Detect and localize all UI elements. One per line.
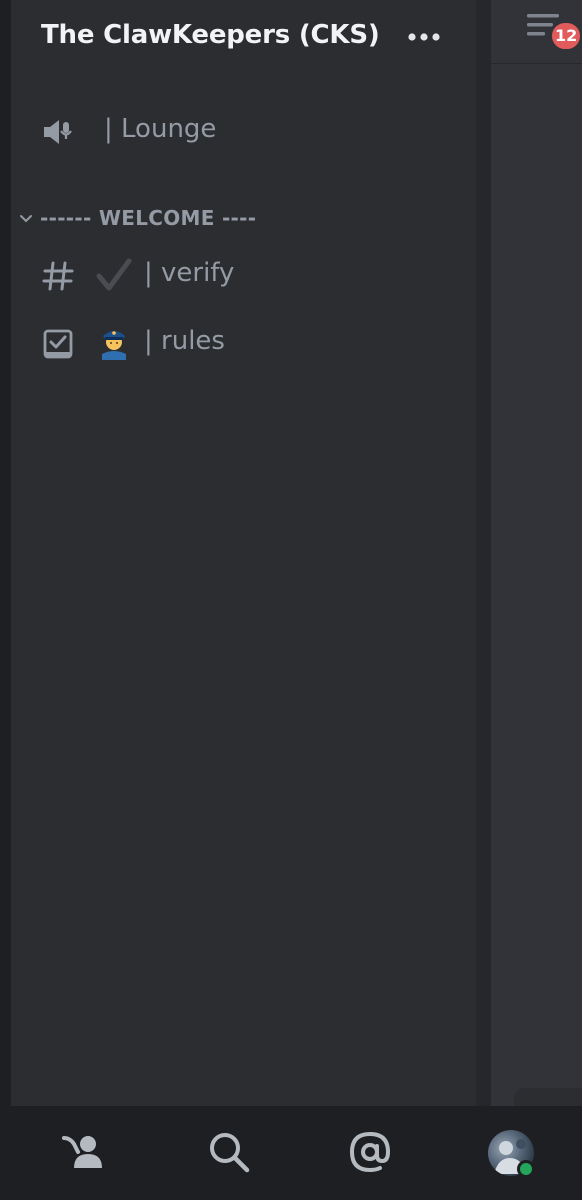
chevron-down-icon bbox=[20, 215, 32, 223]
channel-verify[interactable]: | verify bbox=[40, 250, 460, 298]
mentions-icon[interactable] bbox=[346, 1128, 394, 1176]
more-options-icon[interactable] bbox=[405, 22, 445, 52]
notification-badge: 12 bbox=[549, 20, 582, 52]
channel-rules-label: | rules bbox=[144, 326, 225, 356]
online-status-indicator bbox=[517, 1160, 535, 1178]
rules-channel-icon bbox=[43, 329, 73, 359]
category-welcome[interactable]: ------ WELCOME ---- bbox=[18, 204, 458, 234]
category-label: ------ WELCOME ---- bbox=[40, 206, 257, 230]
server-header[interactable]: The ClawKeepers (CKS) bbox=[40, 14, 470, 58]
server-rail bbox=[0, 0, 11, 1106]
voice-stage-icon bbox=[44, 120, 72, 144]
bottom-nav bbox=[0, 1106, 582, 1200]
channel-rules[interactable]: | rules bbox=[40, 318, 460, 366]
channel-verify-label: | verify bbox=[144, 258, 235, 288]
police-officer-emoji-icon bbox=[102, 331, 126, 360]
chat-header: 12 bbox=[491, 0, 582, 64]
friends-icon[interactable] bbox=[60, 1128, 108, 1176]
panel-divider bbox=[476, 0, 491, 1106]
channel-lounge-label: | Lounge bbox=[104, 114, 217, 144]
checkmark-emoji-icon bbox=[96, 258, 132, 291]
channel-sidebar bbox=[11, 0, 476, 1106]
server-name[interactable]: The ClawKeepers (CKS) bbox=[41, 20, 380, 50]
channel-lounge[interactable]: | Lounge bbox=[40, 106, 460, 154]
hash-icon bbox=[42, 261, 74, 291]
search-icon[interactable] bbox=[205, 1128, 253, 1176]
chat-panel: 12 bbox=[491, 0, 582, 1106]
